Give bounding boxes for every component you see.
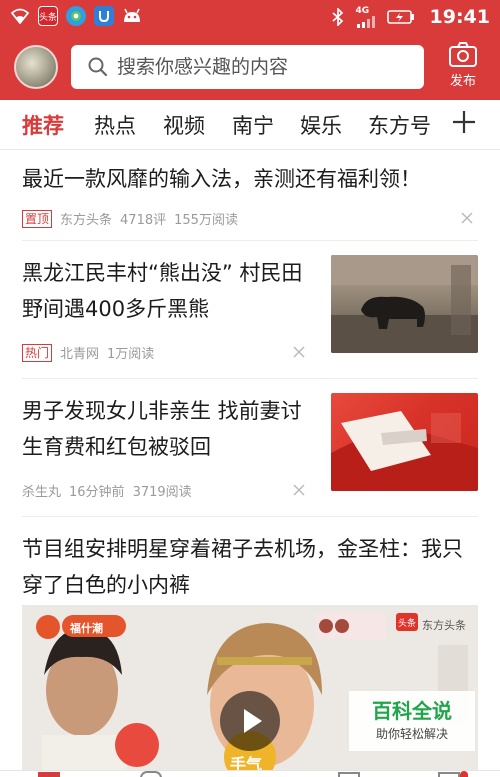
tab-nanning[interactable]: 南宁 xyxy=(232,110,274,140)
article-source: 杀生丸 xyxy=(22,485,62,500)
camera-icon xyxy=(449,42,477,67)
article-title[interactable]: 最近一款风靡的输入法，亲测还有福利领！ xyxy=(22,161,478,197)
article-meta: 置顶 东方头条 4718评 155万阅读 xyxy=(22,209,238,228)
shield-app-icon xyxy=(94,6,114,26)
signal-icon xyxy=(356,16,375,28)
toutiao-app-icon: 头条 xyxy=(38,6,58,26)
channel-name: 东方头条 xyxy=(422,619,466,632)
article-title[interactable]: 节目组安排明星穿着裙子去机场，金圣柱：我只穿了白色的小内裤 xyxy=(22,531,478,603)
search-bar[interactable] xyxy=(71,45,424,89)
message-tab-icon[interactable] xyxy=(338,772,360,777)
close-icon[interactable] xyxy=(292,483,306,497)
video-tab-icon[interactable] xyxy=(140,771,162,777)
article-title[interactable]: 男子发现女儿非亲生 找前妻讨生育费和红包被驳回 xyxy=(22,393,314,465)
feed-item[interactable]: 黑龙江民丰村“熊出没” 村民田野间遇400多斤黑熊 热门 北青网 1万阅读 xyxy=(22,241,478,379)
status-bar: 头条 4G 19:41 xyxy=(0,0,500,36)
status-time: 19:41 xyxy=(429,6,490,28)
watermark-subtitle: 助你轻松解决 xyxy=(375,727,448,741)
feed-item[interactable]: 最近一款风靡的输入法，亲测还有福利领！ 置顶 东方头条 4718评 155万阅读 xyxy=(22,151,478,241)
bear-photo xyxy=(331,255,478,353)
signal-indicator: 4G xyxy=(356,6,378,28)
search-icon xyxy=(88,57,108,77)
show-logo-text: 福什潮 xyxy=(70,622,103,635)
browser-app-icon xyxy=(66,6,86,26)
status-left-icons: 头条 xyxy=(10,6,142,26)
app-header: 发布 xyxy=(0,36,500,100)
publish-time: 16分钟前 xyxy=(69,485,125,500)
read-count: 3719阅读 xyxy=(132,485,192,500)
status-right-icons: 4G 19:41 xyxy=(328,6,490,28)
profile-tab-icon[interactable] xyxy=(438,772,460,777)
article-thumbnail[interactable] xyxy=(331,255,478,353)
close-icon[interactable] xyxy=(460,211,474,225)
search-input[interactable] xyxy=(117,56,397,78)
tab-entertainment[interactable]: 娱乐 xyxy=(300,110,342,140)
user-avatar[interactable] xyxy=(14,45,58,89)
article-title[interactable]: 黑龙江民丰村“熊出没” 村民田野间遇400多斤黑熊 xyxy=(22,255,314,327)
battery-charging-icon xyxy=(386,7,416,27)
red-envelope-photo xyxy=(331,411,478,491)
tab-hot[interactable]: 热点 xyxy=(94,110,136,140)
watermark-title: 百科全说 xyxy=(372,699,452,723)
pinned-tag: 置顶 xyxy=(22,209,53,228)
watermark: 百科全说 助你轻松解决 xyxy=(349,691,475,751)
article-meta: 热门 北青网 1万阅读 xyxy=(22,343,154,362)
comment-count: 4718评 xyxy=(120,213,167,228)
play-icon xyxy=(244,709,262,733)
wifi-icon xyxy=(10,6,30,26)
play-button[interactable] xyxy=(220,691,280,751)
app-root: 头条 4G 19:41 搜索你感兴趣的内容 发布 推荐 热点 视频 南宁 娱乐 … xyxy=(0,0,500,777)
channel-tabs: 推荐 热点 视频 南宁 娱乐 东方号 xyxy=(0,100,500,150)
read-count: 155万阅读 xyxy=(174,213,238,228)
tab-dongfanghao[interactable]: 东方号 xyxy=(368,110,431,140)
android-icon xyxy=(122,6,142,26)
article-source: 东方头条 xyxy=(60,213,113,228)
close-icon[interactable] xyxy=(292,345,306,359)
plus-icon[interactable] xyxy=(450,108,478,136)
tab-recommend[interactable]: 推荐 xyxy=(22,110,64,140)
bluetooth-icon xyxy=(328,7,348,27)
feed-item[interactable]: 男子发现女儿非亲生 找前妻讨生育费和红包被驳回 杀生丸 16分钟前 3719阅读 xyxy=(22,379,478,517)
bottom-nav-bar xyxy=(0,770,500,777)
article-source: 北青网 xyxy=(60,347,100,362)
publish-button[interactable]: 发布 xyxy=(440,40,486,96)
home-tab-icon[interactable] xyxy=(38,772,60,777)
channel-logo-badge: 头条 xyxy=(398,619,417,629)
notification-dot xyxy=(460,771,468,777)
network-type-label: 4G xyxy=(355,6,370,16)
hot-tag: 热门 xyxy=(22,343,53,362)
article-meta: 杀生丸 16分钟前 3719阅读 xyxy=(22,481,192,500)
tab-video[interactable]: 视频 xyxy=(163,110,205,140)
publish-label: 发布 xyxy=(449,74,476,89)
read-count: 1万阅读 xyxy=(107,347,155,362)
article-thumbnail[interactable] xyxy=(331,393,478,491)
